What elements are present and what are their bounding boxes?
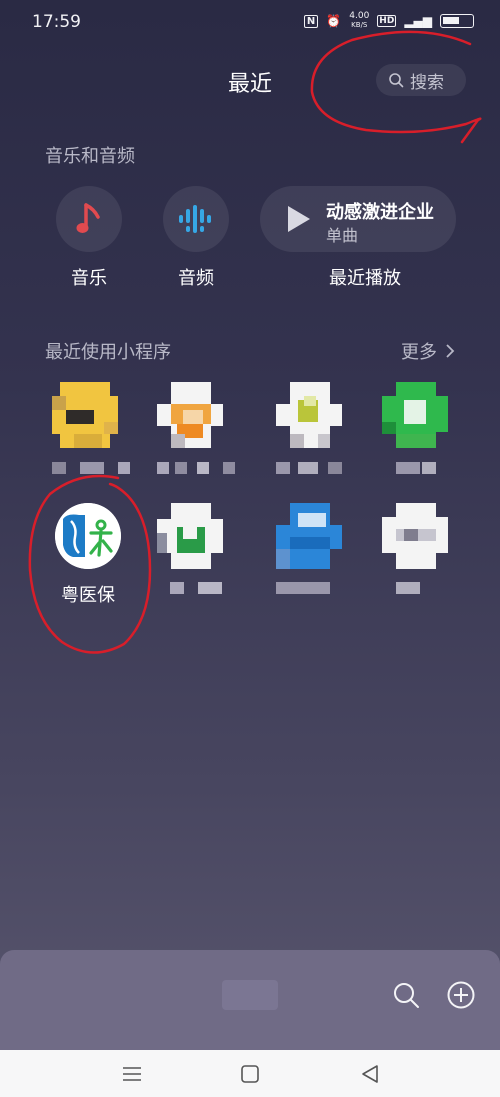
home-icon[interactable] <box>238 1062 262 1086</box>
yueyibao-logo-icon <box>55 503 121 569</box>
blurred-chip <box>222 980 278 1010</box>
net-speed-value: 4.00 <box>349 11 370 21</box>
status-bar: 17:59 N ⏰ 4.00 KB/S HD ▂▄▆ <box>0 0 500 44</box>
more-button[interactable]: 更多 <box>401 338 455 364</box>
audio-button[interactable] <box>163 186 229 252</box>
mini-program-caption-8 <box>382 582 442 594</box>
mini-program-icon-7[interactable] <box>276 503 342 569</box>
play-icon <box>288 206 310 232</box>
mini-programs-title: 最近使用小程序 <box>45 342 171 363</box>
status-icons: N ⏰ 4.00 KB/S HD ▂▄▆ <box>303 12 474 30</box>
mini-program-icon-3[interactable] <box>276 382 342 448</box>
mini-program-caption-4 <box>382 462 462 474</box>
yueyibao-app-icon[interactable] <box>55 503 121 569</box>
music-label: 音乐 <box>71 268 107 289</box>
status-time: 17:59 <box>32 12 81 32</box>
search-icon[interactable] <box>391 980 421 1010</box>
signal-icon: ▂▄▆ <box>404 14 432 28</box>
net-speed-unit: KB/S <box>351 21 368 29</box>
system-nav-bar <box>0 1050 500 1097</box>
music-button[interactable] <box>56 186 122 252</box>
net-speed: 4.00 KB/S <box>349 12 369 30</box>
mini-program-icon-1[interactable] <box>52 382 118 448</box>
mini-program-caption-1 <box>52 462 132 474</box>
mini-program-caption-6 <box>170 582 230 594</box>
alarm-icon: ⏰ <box>326 14 342 28</box>
search-icon <box>389 73 404 88</box>
waveform-icon <box>179 205 211 233</box>
yueyibao-label: 粤医保 <box>61 585 115 606</box>
mini-program-caption-3 <box>276 462 356 474</box>
recent-track-title: 动感激进企业 <box>326 202 434 223</box>
search-button[interactable]: 搜索 <box>376 64 466 96</box>
bottom-panel <box>0 950 500 1050</box>
more-label: 更多 <box>401 342 437 363</box>
chevron-right-icon <box>446 344 455 358</box>
mini-program-icon-6[interactable] <box>157 503 223 569</box>
music-note-icon <box>76 203 100 233</box>
battery-icon <box>440 14 474 28</box>
audio-section-title: 音乐和音频 <box>45 146 135 167</box>
recent-play-label: 最近播放 <box>329 268 401 289</box>
mini-program-icon-8[interactable] <box>382 503 448 569</box>
hd-icon: HD <box>377 15 397 27</box>
audio-label: 音频 <box>178 268 214 289</box>
search-label: 搜索 <box>410 72 444 93</box>
mini-program-icon-4[interactable] <box>382 382 448 448</box>
menu-icon[interactable] <box>120 1062 144 1086</box>
mini-program-caption-2 <box>157 462 237 474</box>
mini-program-caption-7 <box>276 582 336 594</box>
back-icon[interactable] <box>358 1062 382 1086</box>
recent-play-button[interactable]: 动感激进企业 单曲 <box>260 186 456 252</box>
recent-track-type: 单曲 <box>326 226 359 245</box>
mini-program-icon-2[interactable] <box>157 382 223 448</box>
nfc-icon: N <box>303 14 319 28</box>
plus-circle-icon[interactable] <box>446 980 476 1010</box>
